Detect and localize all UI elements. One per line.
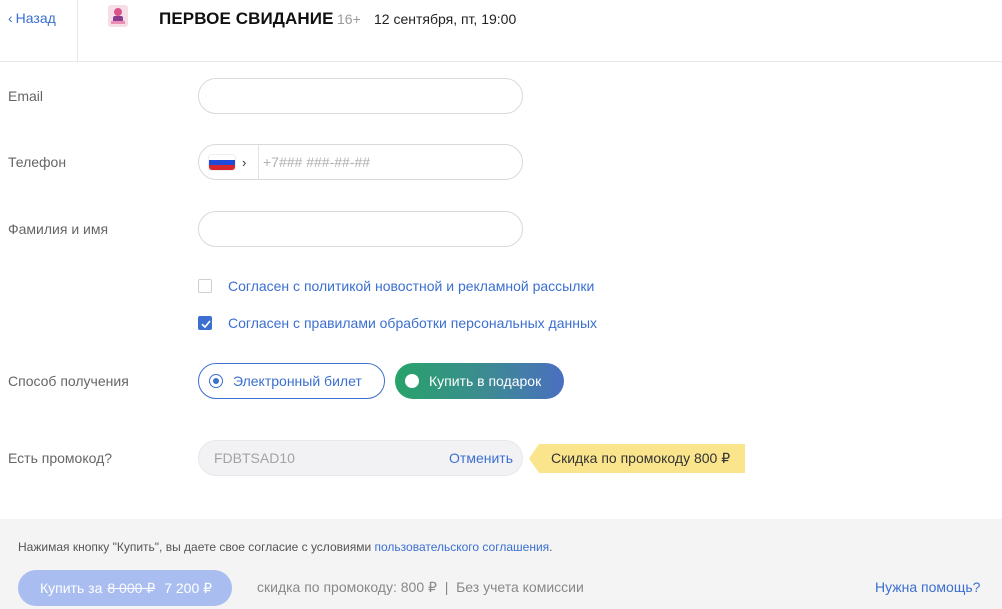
back-link[interactable]: ‹ Назад xyxy=(8,10,56,26)
fullname-label: Фамилия и имя xyxy=(8,221,109,237)
country-code-selector[interactable]: › xyxy=(199,145,259,179)
event-date: 12 сентября, пт, 19:00 xyxy=(374,11,517,27)
user-agreement-link[interactable]: пользовательского соглашения xyxy=(375,540,550,554)
personal-data-checkbox[interactable] xyxy=(198,316,212,330)
new-price: 7 200 ₽ xyxy=(164,579,213,596)
radio-e-ticket[interactable]: Электронный билет xyxy=(198,363,385,399)
checkmark-icon xyxy=(201,320,211,329)
email-label: Email xyxy=(8,88,44,104)
back-label: Назад xyxy=(15,10,56,26)
newsletter-checkbox[interactable] xyxy=(198,279,212,293)
event-header: ‹ Назад ПЕРВОЕ СВИДАНИЕ 16+ 12 сентября,… xyxy=(0,0,1002,62)
russia-flag-icon xyxy=(209,154,235,170)
email-field[interactable] xyxy=(198,78,523,114)
agreement-notice: Нажимая кнопку "Купить", вы даете свое с… xyxy=(18,540,553,554)
newsletter-checkbox-label[interactable]: Согласен с политикой новостной и рекламн… xyxy=(228,278,594,294)
agreement-text: Нажимая кнопку "Купить", вы даете свое с… xyxy=(18,540,372,554)
header-divider xyxy=(77,0,78,62)
phone-field-wrapper: › xyxy=(198,144,523,180)
event-poster-thumbnail xyxy=(108,5,128,27)
buy-button-label: Купить за xyxy=(40,580,103,596)
buy-button[interactable]: Купить за 8 000 ₽ 7 200 ₽ xyxy=(18,570,232,606)
personal-data-checkbox-label[interactable]: Согласен с правилами обработки персональ… xyxy=(228,315,597,331)
phone-input[interactable] xyxy=(263,154,513,170)
promo-cancel-button[interactable]: Отменить xyxy=(449,450,513,466)
promo-discount-badge: Скидка по промокоду 800 ₽ xyxy=(529,444,745,473)
chevron-right-icon: › xyxy=(242,154,247,170)
chevron-left-icon: ‹ xyxy=(8,10,13,26)
agreement-end: . xyxy=(549,540,553,554)
promo-code-value: FDBTSAD10 xyxy=(214,450,295,466)
delivery-method-label: Способ получения xyxy=(8,373,129,389)
fullname-field[interactable] xyxy=(198,211,523,247)
radio-gift[interactable]: Купить в подарок xyxy=(395,363,564,399)
radio-e-ticket-label: Электронный билет xyxy=(233,373,362,389)
age-rating: 16+ xyxy=(337,11,361,27)
radio-unselected-icon xyxy=(405,374,419,388)
event-title: ПЕРВОЕ СВИДАНИЕ xyxy=(159,9,334,28)
radio-selected-icon xyxy=(209,374,223,388)
old-price: 8 000 ₽ xyxy=(107,579,156,596)
checkout-footer: Нажимая кнопку "Купить", вы даете свое с… xyxy=(0,519,1002,609)
phone-label: Телефон xyxy=(8,154,67,170)
radio-gift-label: Купить в подарок xyxy=(429,373,542,389)
help-link[interactable]: Нужна помощь? xyxy=(875,579,980,595)
discount-note: скидка по промокоду: 800 ₽ | Без учета к… xyxy=(257,579,584,595)
promo-label: Есть промокод? xyxy=(8,450,113,466)
promo-field: FDBTSAD10 Отменить xyxy=(198,440,523,476)
